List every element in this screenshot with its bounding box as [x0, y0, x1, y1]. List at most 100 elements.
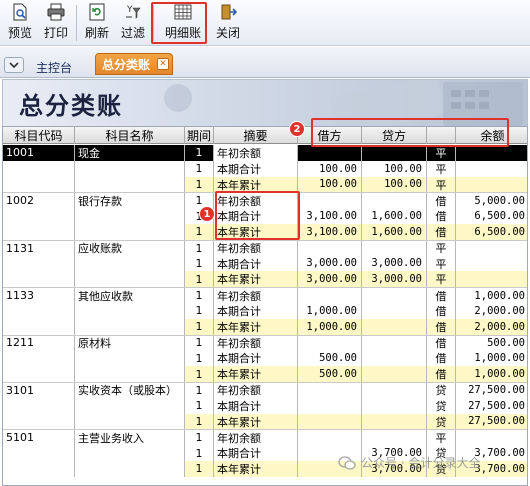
cell-summary: 本期合计 [214, 303, 298, 319]
cell-debit: 500.00 [298, 350, 362, 367]
cell-balance: 2,000.00 [474, 304, 525, 317]
cell-credit [362, 145, 427, 161]
tab-list-dropdown[interactable] [4, 57, 24, 73]
cell-name [75, 318, 185, 335]
cell-name: 银行存款 [75, 193, 185, 209]
cell-direction: 平 [427, 176, 456, 193]
close-button[interactable]: 关闭 [210, 0, 246, 44]
cell-balance: 500.00 [487, 336, 525, 349]
cell-debit: 1,000.00 [298, 303, 362, 319]
cell-summary: 本年累计 [214, 413, 298, 430]
print-button[interactable]: 打印 [38, 0, 74, 44]
cell-direction: 借 [427, 224, 456, 240]
cell-credit: 1,600.00 [362, 224, 427, 240]
table-row[interactable]: 1 本年累计 3,000.00 3,000.00 平 [3, 271, 527, 288]
cell-credit [362, 303, 427, 319]
cell-debit [298, 383, 362, 398]
table-row[interactable]: 1211 原材料 1 年初余额 借 500.00 [3, 334, 527, 351]
cell-code [3, 255, 75, 272]
cell-direction: 贷 [427, 383, 456, 398]
table-row[interactable]: 1133 其他应收款 1 年初余额 借 1,000.00 [3, 287, 527, 303]
table-row[interactable]: 5101 主营业务收入 1 年初余额 平 [3, 429, 527, 446]
cell-period: 1 [185, 160, 214, 177]
svg-text:Y: Y [126, 5, 133, 15]
table-row[interactable]: 1 本年累计 500.00 借 1,000.00 [3, 366, 527, 382]
cell-balance: 27,500.00 [468, 399, 525, 412]
cell-balance [456, 161, 527, 177]
cell-summary: 年初余额 [214, 335, 298, 351]
cell-balance: 6,500.00 [456, 224, 527, 240]
cell-name: 原材料 [75, 335, 185, 351]
cell-debit [298, 335, 362, 351]
cell-balance [456, 271, 527, 288]
refresh-label: 刷新 [84, 26, 109, 40]
table-row[interactable]: 1131 应收账款 1 年初余额 平 [3, 239, 527, 256]
cell-debit [298, 413, 362, 430]
close-icon[interactable]: ✕ [157, 58, 169, 70]
cell-debit [298, 240, 362, 256]
toolbar-divider [76, 5, 77, 41]
cell-debit: 100.00 [298, 160, 362, 177]
cell-summary: 年初余额 [214, 240, 298, 256]
cell-balance: 1,000.00 [474, 352, 525, 365]
cell-name [75, 445, 185, 461]
cell-name [75, 224, 185, 240]
cell-period: 1 [185, 271, 214, 288]
col-header-period[interactable]: 期间 [185, 127, 214, 144]
cell-summary: 年初余额 [214, 430, 298, 446]
cell-debit [298, 193, 362, 209]
filter-button[interactable]: Y 过滤 [115, 0, 151, 44]
cell-credit: 100.00 [362, 176, 427, 193]
cell-period: 1 [185, 366, 214, 382]
table-row[interactable]: 3101 实收资本（或股本） 1 年初余额 贷 27,500.00 [3, 382, 527, 398]
cell-period: 1 [185, 145, 214, 161]
cell-summary: 年初余额 [214, 145, 298, 161]
col-header-summary[interactable]: 摘要 [214, 127, 298, 144]
refresh-button[interactable]: 刷新 [79, 0, 115, 44]
cell-code [3, 445, 75, 461]
table-row[interactable]: 1 本期合计 1,000.00 借 2,000.00 [3, 303, 527, 319]
cell-credit [362, 350, 427, 367]
table-row[interactable]: 1 本年累计 1,000.00 借 2,000.00 [3, 318, 527, 335]
cell-summary: 本期合计 [214, 445, 298, 461]
cell-name: 其他应收款 [75, 288, 185, 303]
cell-credit [362, 288, 427, 303]
cell-period: 1 [185, 383, 214, 398]
annotation-badge-2: 2 [289, 121, 305, 137]
cell-debit [298, 430, 362, 446]
cell-credit [362, 318, 427, 335]
tab-console[interactable]: 主控台 [30, 58, 78, 76]
cell-code [3, 397, 75, 414]
cell-code [3, 176, 75, 193]
cell-balance: 27,500.00 [456, 413, 527, 430]
cell-direction: 平 [427, 430, 456, 446]
cell-credit: 100.00 [362, 160, 427, 177]
table-row[interactable]: 1 本期合计 100.00 100.00 平 [3, 160, 527, 177]
cell-summary: 本年累计 [214, 461, 298, 477]
cell-balance: 1,000.00 [456, 366, 527, 382]
col-header-code[interactable]: 科目代码 [3, 127, 75, 144]
table-row[interactable]: 1 本期合计 3,000.00 3,000.00 平 [3, 255, 527, 272]
cell-credit: 1,600.00 [362, 208, 427, 224]
cell-name: 应收账款 [75, 240, 185, 256]
cell-name [75, 366, 185, 382]
tab-general-ledger[interactable]: 总分类账 ✕ [95, 53, 173, 75]
cell-balance [456, 241, 527, 256]
table-row[interactable]: 1001 现金 1 年初余额 平 [3, 145, 527, 161]
preview-button[interactable]: 预览 [2, 0, 38, 44]
cell-code [3, 160, 75, 177]
table-row[interactable]: 1 本年累计 贷 27,500.00 [3, 413, 527, 430]
cell-code: 5101 [3, 430, 75, 446]
annotation-badge-1: 1 [199, 206, 215, 222]
table-row[interactable]: 1 本期合计 贷 27,500.00 [3, 397, 527, 414]
col-header-name[interactable]: 科目名称 [75, 127, 185, 144]
table-row[interactable]: 1 本期合计 500.00 借 1,000.00 [3, 350, 527, 367]
cell-direction: 借 [427, 366, 456, 382]
cell-name [75, 255, 185, 272]
cell-direction: 借 [427, 303, 456, 319]
cell-period: 1 [185, 350, 214, 367]
cell-debit [298, 397, 362, 414]
cell-debit [298, 145, 362, 161]
refresh-icon [87, 2, 107, 22]
cell-direction: 平 [427, 160, 456, 177]
